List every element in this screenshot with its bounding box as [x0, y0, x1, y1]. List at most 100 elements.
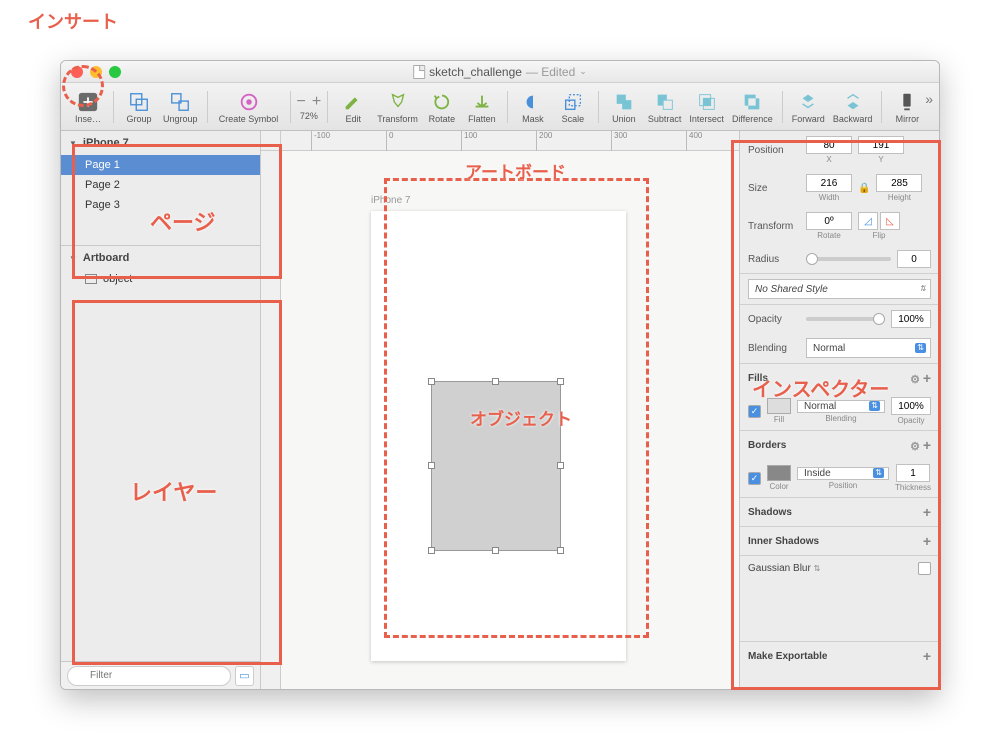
add-border-button[interactable]: +	[923, 437, 931, 453]
zoom-in-icon[interactable]: +	[312, 93, 321, 111]
rotate-button[interactable]: Rotate	[423, 85, 461, 129]
selected-object[interactable]	[431, 381, 561, 551]
resize-handle[interactable]	[492, 547, 499, 554]
page-item[interactable]: Page 1	[61, 155, 260, 175]
difference-button[interactable]: Difference	[729, 85, 776, 129]
union-button[interactable]: Union	[605, 85, 643, 129]
gear-icon[interactable]: ⚙	[910, 441, 920, 453]
backward-icon	[841, 90, 865, 114]
fills-header[interactable]: Fills ⚙ +	[740, 364, 939, 392]
canvas[interactable]: -100 0 100 200 300 400 iPhone 7	[261, 131, 739, 689]
radius-field[interactable]	[897, 250, 931, 268]
edit-button[interactable]: Edit	[334, 85, 372, 129]
doc-header[interactable]: ▼ iPhone 7	[61, 131, 260, 155]
toolbar-separator	[507, 91, 508, 123]
filter-bar: 🔍 ▭	[61, 661, 260, 689]
artboard[interactable]: iPhone 7	[371, 211, 626, 661]
shared-style-dropdown[interactable]: No Shared Style ⇅	[748, 279, 931, 299]
add-export-button[interactable]: +	[923, 648, 931, 664]
resize-handle[interactable]	[428, 378, 435, 385]
zoom-control[interactable]: −+ 72%	[297, 93, 322, 121]
page-item[interactable]: Page 2	[61, 175, 260, 195]
artboard-header[interactable]: ▼ Artboard	[61, 246, 260, 270]
close-window[interactable]	[71, 66, 83, 78]
inner-shadows-header[interactable]: Inner Shadows+	[740, 527, 939, 555]
document-icon	[413, 65, 425, 79]
add-shadow-button[interactable]: +	[923, 504, 931, 520]
border-color-swatch[interactable]	[767, 465, 791, 481]
scale-button[interactable]: Scale	[554, 85, 592, 129]
blur-enabled-checkbox[interactable]	[918, 562, 931, 575]
transform-button[interactable]: Transform	[374, 85, 421, 129]
minimize-window[interactable]	[90, 66, 102, 78]
fill-enabled-checkbox[interactable]: ✓	[748, 405, 761, 418]
border-thickness-field[interactable]	[896, 464, 930, 482]
filter-options-button[interactable]: ▭	[235, 666, 254, 686]
lock-icon[interactable]: 🔒	[858, 183, 870, 194]
layers-pane: ▼ Artboard object	[61, 246, 260, 661]
add-inner-shadow-button[interactable]: +	[923, 533, 931, 549]
blending-dropdown[interactable]: Normal ⇅	[806, 338, 931, 358]
ruler-vertical	[261, 151, 281, 689]
intersect-button[interactable]: Intersect	[686, 85, 727, 129]
y-field[interactable]	[858, 136, 904, 154]
rotate-field[interactable]	[806, 212, 852, 230]
x-field[interactable]	[806, 136, 852, 154]
size-label: Size	[748, 183, 800, 194]
resize-handle[interactable]	[557, 462, 564, 469]
layer-item[interactable]: object	[61, 270, 260, 288]
resize-handle[interactable]	[557, 547, 564, 554]
border-position-dropdown[interactable]: Inside⇅	[797, 467, 889, 480]
opacity-field[interactable]	[891, 310, 931, 328]
resize-handle[interactable]	[428, 547, 435, 554]
ungroup-button[interactable]: Ungroup	[160, 85, 201, 129]
rectangle-icon	[85, 274, 97, 284]
borders-header[interactable]: Borders ⚙ +	[740, 431, 939, 459]
page-item[interactable]: Page 3	[61, 195, 260, 215]
add-fill-button[interactable]: +	[923, 370, 931, 386]
subtract-button[interactable]: Subtract	[645, 85, 685, 129]
flatten-button[interactable]: Flatten	[463, 85, 501, 129]
fill-blending-dropdown[interactable]: Normal⇅	[797, 400, 885, 413]
height-field[interactable]	[876, 174, 922, 192]
forward-button[interactable]: Forward	[789, 85, 828, 129]
rotate-icon	[430, 90, 454, 114]
ungroup-icon	[168, 90, 192, 114]
chevron-updown-icon: ⇅	[915, 343, 926, 353]
flip-horizontal-button[interactable]: ◿	[858, 212, 878, 230]
mask-icon	[521, 90, 545, 114]
pages-pane: ▼ iPhone 7 Page 1 Page 2 Page 3	[61, 131, 260, 246]
artboard-label[interactable]: iPhone 7	[371, 195, 410, 206]
radius-slider[interactable]	[806, 257, 891, 261]
window-title[interactable]: sketch_challenge — Edited ⌄	[413, 65, 587, 79]
gaussian-blur-header[interactable]: Gaussian Blur ⇅	[740, 556, 939, 581]
width-field[interactable]	[806, 174, 852, 192]
resize-handle[interactable]	[492, 378, 499, 385]
border-enabled-checkbox[interactable]: ✓	[748, 472, 761, 485]
create-symbol-button[interactable]: Create Symbol	[214, 85, 284, 129]
insert-button[interactable]: Inse…	[69, 85, 107, 129]
maximize-window[interactable]	[109, 66, 121, 78]
fill-color-swatch[interactable]	[767, 398, 791, 414]
opacity-slider[interactable]	[806, 317, 885, 321]
zoom-out-icon[interactable]: −	[297, 93, 306, 111]
resize-handle[interactable]	[557, 378, 564, 385]
shadows-header[interactable]: Shadows+	[740, 498, 939, 526]
fill-opacity-field[interactable]	[891, 397, 931, 415]
filter-input[interactable]	[67, 666, 231, 686]
disclosure-icon: ▼	[69, 254, 77, 263]
mask-button[interactable]: Mask	[514, 85, 552, 129]
opacity-label: Opacity	[748, 314, 800, 325]
mirror-icon	[895, 90, 919, 114]
scale-icon	[561, 90, 585, 114]
gear-icon[interactable]: ⚙	[910, 374, 920, 386]
mirror-button[interactable]: Mirror	[888, 85, 926, 129]
chevron-updown-icon: ⇅	[919, 285, 926, 293]
toolbar-overflow-icon[interactable]: »	[925, 91, 933, 107]
resize-handle[interactable]	[428, 462, 435, 469]
make-exportable-header[interactable]: Make Exportable+	[740, 642, 939, 670]
backward-button[interactable]: Backward	[830, 85, 876, 129]
flip-vertical-button[interactable]: ◺	[880, 212, 900, 230]
group-button[interactable]: Group	[120, 85, 158, 129]
toolbar-separator	[327, 91, 328, 123]
